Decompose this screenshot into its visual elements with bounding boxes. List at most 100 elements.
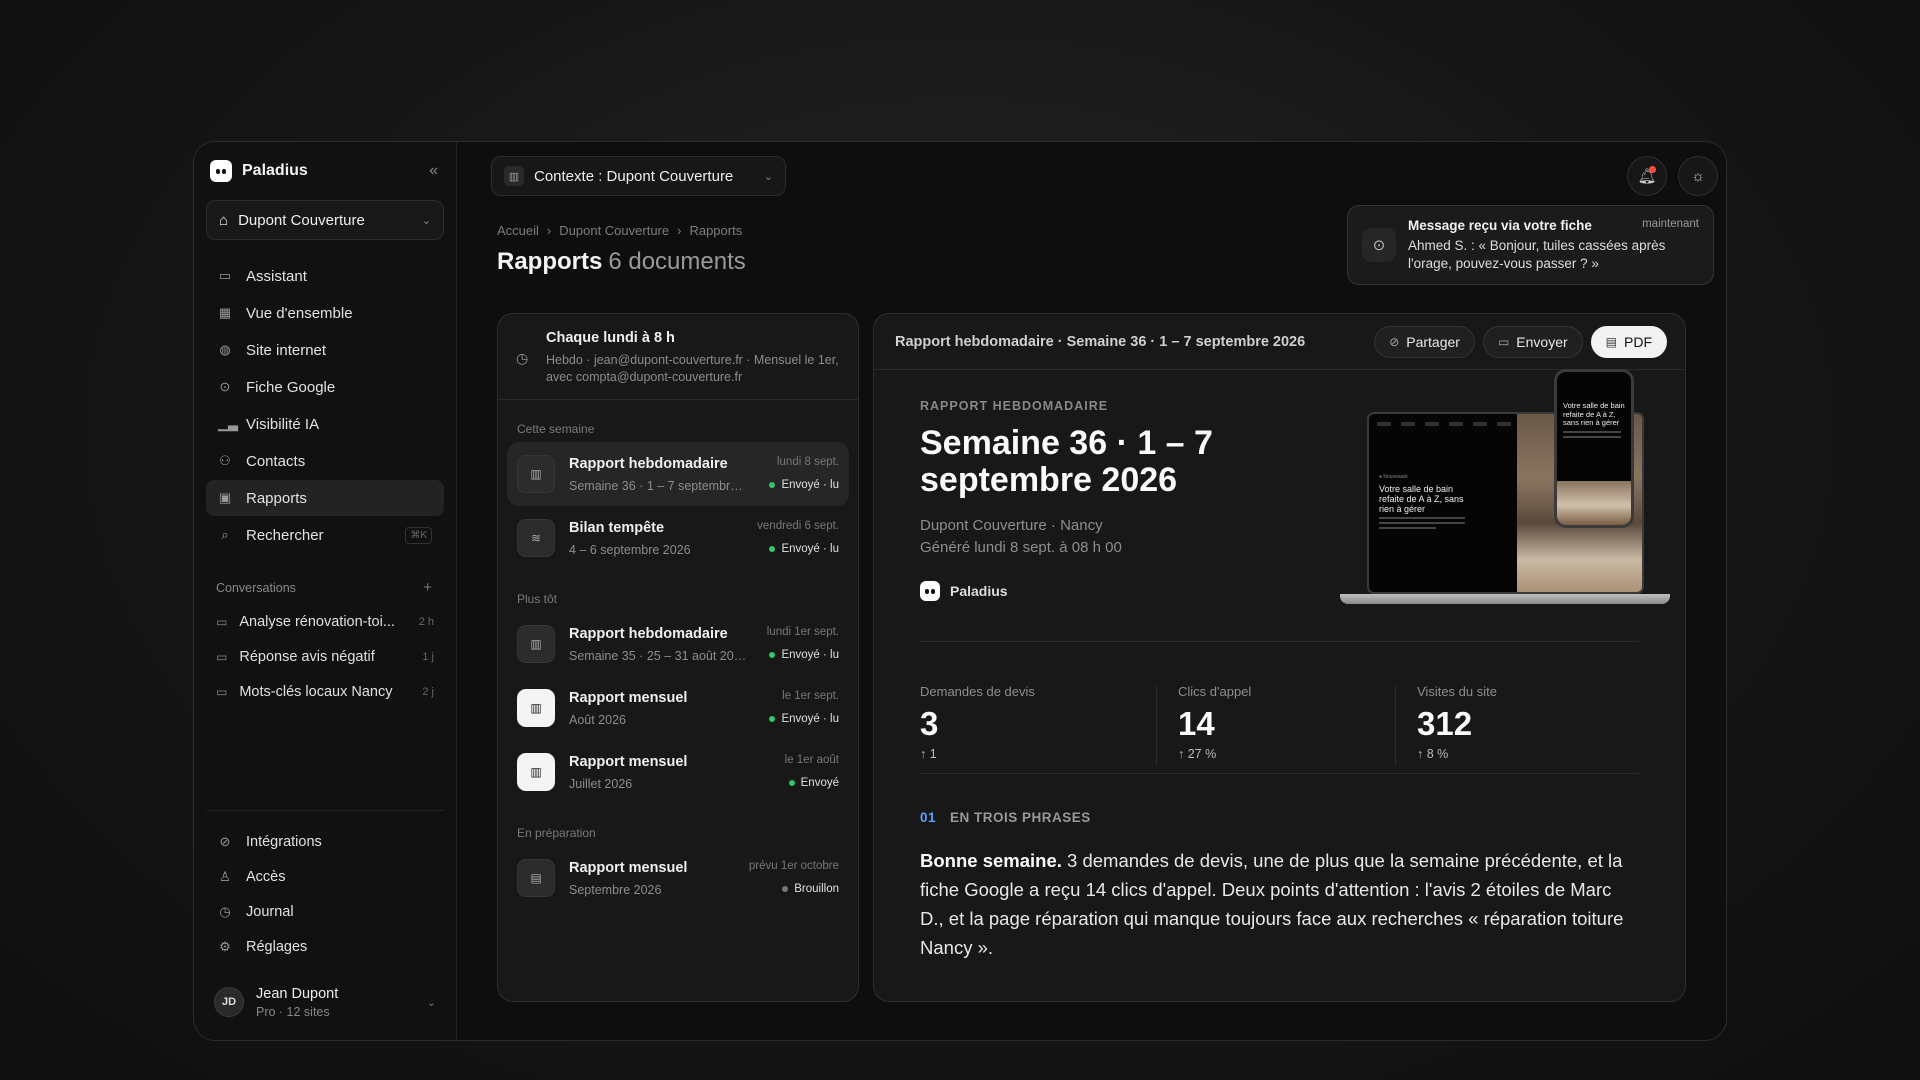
status-dot xyxy=(782,886,789,892)
sidebar-item-label: Accès xyxy=(246,869,286,885)
sidebar-item-label: Journal xyxy=(246,904,294,920)
sidebar-item-settings[interactable]: ⚙ Réglages xyxy=(206,930,444,964)
report-date: lundi 8 sept. xyxy=(776,456,839,468)
kpi-quotes: Demandes de devis 3 ↑ 1 xyxy=(920,684,1156,766)
report-date: prévu 1er octobre xyxy=(748,860,839,872)
conversation-item[interactable]: ▭ Réponse avis négatif 1 j xyxy=(206,639,444,674)
location-pin-icon: ⊙ xyxy=(1362,228,1396,262)
status-dot xyxy=(788,780,795,786)
sidebar-item-label: Contacts xyxy=(246,452,306,470)
workspace-name: Dupont Couverture xyxy=(238,211,365,229)
share-label: Partager xyxy=(1406,333,1460,350)
theme-toggle-button[interactable]: ☼ xyxy=(1678,156,1718,196)
sidebar-item-label: Intégrations xyxy=(246,834,322,850)
bars-icon: ▁▃ xyxy=(218,416,238,431)
divider xyxy=(920,773,1639,774)
sidebar-item-journal[interactable]: ◷ Journal xyxy=(206,895,444,929)
file-icon: ▤ xyxy=(1605,334,1617,349)
app-window: Paladius « ⌂ Dupont Couverture ⌄ ▭ Assist… xyxy=(193,141,1727,1041)
home-icon: ⌂ xyxy=(219,211,229,229)
conversation-age: 2 j xyxy=(422,685,434,698)
notification-badge xyxy=(1649,166,1656,173)
building-icon: ▥ xyxy=(504,166,524,186)
kpi-value: 3 xyxy=(920,705,939,742)
sidebar-item-label: Fiche Google xyxy=(246,378,336,396)
grid-icon: ▦ xyxy=(218,305,232,320)
notification-toast[interactable]: ⊙ Message reçu via votre fiche maintenan… xyxy=(1347,205,1714,285)
user-name: Jean Dupont xyxy=(256,985,339,1002)
summary-text: Bonne semaine. 3 demandes de devis, une … xyxy=(920,846,1640,962)
chevron-down-icon: ⌄ xyxy=(421,214,431,227)
sidebar-item-website[interactable]: ◍ Site internet xyxy=(206,332,444,368)
conversation-title: Réponse avis négatif xyxy=(239,648,375,665)
report-header-title: Rapport hebdomadaire · Semaine 36 · 1 – … xyxy=(895,333,1306,350)
schedule-title: Chaque lundi à 8 h xyxy=(546,330,675,346)
breadcrumb-item[interactable]: Accueil xyxy=(497,223,539,238)
report-date: le 1er sept. xyxy=(782,690,839,702)
list-item[interactable]: ≋ Bilan tempête 4 – 6 septembre 2026 vend… xyxy=(507,506,849,570)
conversation-item[interactable]: ▭ Mots-clés locaux Nancy 2 j xyxy=(206,674,444,709)
notifications-button[interactable]: 🔔︎ xyxy=(1627,156,1667,196)
summary-title: EN TROIS PHRASES xyxy=(950,810,1091,825)
summary-number: 01 xyxy=(920,810,937,825)
sidebar-item-contacts[interactable]: ⚇ Contacts xyxy=(206,443,444,479)
sidebar: Paladius « ⌂ Dupont Couverture ⌄ ▭ Assist… xyxy=(194,142,457,1040)
user-icon: ♙ xyxy=(219,869,231,884)
summary-heading: 01 EN TROIS PHRASES xyxy=(920,810,1091,825)
report-subtitle: Août 2026 xyxy=(569,712,626,727)
list-item[interactable]: ▥ Rapport hebdomadaire Semaine 36 · 1 – 7… xyxy=(507,442,849,506)
reports-list: ◷ Chaque lundi à 8 h Hebdo · jean@dupont… xyxy=(497,313,859,1002)
group-label: Cette semaine xyxy=(517,422,595,436)
sidebar-item-label: Rechercher xyxy=(246,526,324,544)
sidebar-item-assistant[interactable]: ▭ Assistant xyxy=(206,258,444,294)
list-item[interactable]: ▥ Rapport mensuel Août 2026 le 1er sept. E… xyxy=(507,676,849,740)
send-button[interactable]: ▭ Envoyer xyxy=(1482,325,1583,358)
list-item[interactable]: ▥ Rapport hebdomadaire Semaine 35 · 25 – … xyxy=(507,612,849,676)
sidebar-item-label: Visibilité IA xyxy=(246,415,320,433)
report-name: Rapport mensuel xyxy=(569,689,688,706)
status-dot xyxy=(769,716,776,722)
list-item[interactable]: ▥ Rapport mensuel Juillet 2026 le 1er aoû… xyxy=(507,740,849,804)
paladius-logo-icon xyxy=(920,581,940,601)
kpi-value: 14 xyxy=(1178,705,1215,742)
page-title: Rapports 6 documents xyxy=(497,248,746,276)
chat-icon: ▭ xyxy=(218,268,232,283)
pdf-button[interactable]: ▤ PDF xyxy=(1590,325,1667,358)
share-button[interactable]: ⊘ Partager xyxy=(1374,325,1475,358)
sidebar-item-ai-visibility[interactable]: ▁▃ Visibilité IA xyxy=(206,406,444,442)
conversations-header: Conversations + xyxy=(216,579,444,596)
status-badge: Envoyé · lu xyxy=(781,713,839,725)
breadcrumb-item[interactable]: Dupont Couverture xyxy=(559,223,669,238)
sidebar-item-google-profile[interactable]: ⊙ Fiche Google xyxy=(206,369,444,405)
divider xyxy=(920,641,1639,642)
collapse-sidebar-icon[interactable]: « xyxy=(429,162,438,180)
report-subtitle: 4 – 6 septembre 2026 xyxy=(569,542,691,557)
group-label: Plus tôt xyxy=(517,592,558,606)
report-name: Rapport mensuel xyxy=(569,753,688,770)
sidebar-item-integrations[interactable]: ⊘ Intégrations xyxy=(206,825,444,859)
list-item[interactable]: ▤ Rapport mensuel Septembre 2026 prévu 1e… xyxy=(507,846,849,910)
sidebar-item-overview[interactable]: ▦ Vue d'ensemble xyxy=(206,295,444,331)
conversation-age: 1 j xyxy=(422,650,434,663)
kpi-calls: Clics d'appel 14 ↑ 27 % xyxy=(1157,684,1395,766)
mockup-phone-heading: Votre salle de bain refaite de A à Z, sa… xyxy=(1563,401,1625,427)
chart-doc-icon: ▥ xyxy=(517,689,555,727)
users-icon: ⚇ xyxy=(219,453,231,468)
workspace-switcher[interactable]: ⌂ Dupont Couverture ⌄ xyxy=(206,200,444,240)
conversation-item[interactable]: ▭ Analyse rénovation-toi... 2 h xyxy=(206,604,444,639)
pin-icon: ⊙ xyxy=(219,379,231,394)
toast-body: Ahmed S. : « Bonjour, tuiles cassées apr… xyxy=(1408,238,1666,271)
new-conversation-plus-icon[interactable]: + xyxy=(423,579,432,596)
sidebar-item-search[interactable]: ⌕ Rechercher ⌘K xyxy=(206,517,444,553)
brand-name: Paladius xyxy=(242,162,308,179)
schedule-card[interactable]: ◷ Chaque lundi à 8 h Hebdo · jean@dupont… xyxy=(498,314,858,400)
sidebar-item-label: Vue d'ensemble xyxy=(246,304,353,322)
sidebar-item-access[interactable]: ♙ Accès xyxy=(206,860,444,894)
context-selector[interactable]: ▥ Contexte : Dupont Couverture ⌄ xyxy=(491,156,786,196)
report-icon: ▣ xyxy=(218,490,232,505)
report-name: Rapport mensuel xyxy=(569,859,688,876)
schedule-detail: Hebdo · jean@dupont-couverture.fr · Mens… xyxy=(546,353,839,384)
user-menu[interactable]: JD Jean Dupont Pro · 12 sites ⌄ xyxy=(206,976,444,1028)
sidebar-item-reports[interactable]: ▣ Rapports xyxy=(206,480,444,516)
status-badge: Envoyé · lu xyxy=(781,543,839,555)
